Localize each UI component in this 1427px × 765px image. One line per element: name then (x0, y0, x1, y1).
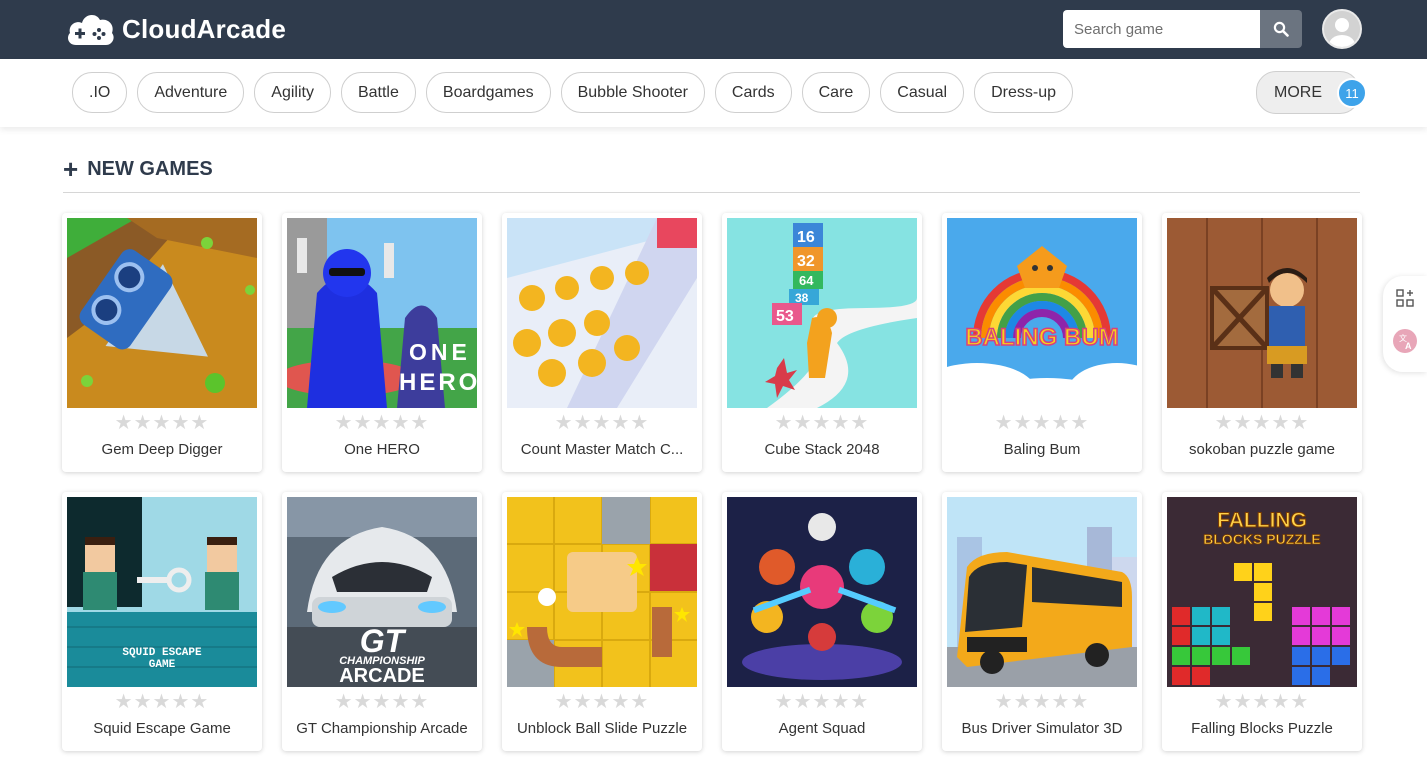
game-title: One HERO (344, 441, 420, 458)
game-thumbnail: BALING BUM (947, 218, 1137, 408)
rating-stars: ★★★★★ (114, 412, 210, 434)
game-card[interactable]: ★★★★★ Count Master Match C... (502, 213, 702, 472)
game-thumbnail (727, 497, 917, 687)
game-title: Gem Deep Digger (101, 441, 223, 458)
translate-button[interactable]: 文 A (1393, 329, 1417, 353)
svg-text:38: 38 (795, 291, 809, 305)
plus-icon: + (63, 153, 79, 184)
search-button[interactable] (1260, 10, 1302, 48)
svg-text:FALLING: FALLING (1217, 509, 1307, 532)
game-title: Squid Escape Game (93, 720, 231, 737)
category-boardgames[interactable]: Boardgames (425, 72, 551, 113)
rating-stars: ★★★★★ (334, 691, 430, 713)
game-thumbnail: FALLING BLOCKS PUZZLE (1167, 497, 1357, 687)
rating-stars: ★★★★★ (114, 691, 210, 713)
game-thumbnail: SQUID ESCAPE GAME (67, 497, 257, 687)
category-dress-up[interactable]: Dress-up (974, 72, 1074, 113)
translate-icon: 文 A (1393, 329, 1417, 353)
game-title: Count Master Match C... (520, 441, 684, 458)
site-logo[interactable]: CloudArcade (66, 9, 286, 49)
game-thumbnail (507, 218, 697, 408)
user-icon (1324, 11, 1360, 47)
rating-stars: ★★★★★ (1214, 412, 1310, 434)
game-thumbnail: GT CHAMPIONSHIP ARCADE (287, 497, 477, 687)
search-bar (1063, 10, 1302, 48)
game-card[interactable]: ★★★★★ Gem Deep Digger (62, 213, 262, 472)
brand-name: CloudArcade (122, 13, 287, 44)
category-io[interactable]: .IO (72, 72, 128, 113)
svg-text:64: 64 (799, 273, 814, 288)
game-thumbnail: 16 32 64 38 53 (727, 218, 917, 408)
game-title: Bus Driver Simulator 3D (961, 720, 1123, 737)
game-thumbnail (947, 497, 1137, 687)
svg-text:GAME: GAME (149, 659, 176, 671)
top-header: CloudArcade (0, 0, 1427, 59)
category-casual[interactable]: Casual (880, 72, 965, 113)
game-thumbnail: ONE HERO (287, 218, 477, 408)
rating-stars: ★★★★★ (994, 412, 1090, 434)
apps-grid-button[interactable] (1393, 286, 1417, 310)
more-count-badge: 11 (1337, 78, 1367, 108)
svg-text:HERO: HERO (399, 369, 477, 396)
category-bar: .IO Adventure Agility Battle Boardgames … (0, 59, 1427, 127)
apps-grid-icon (1396, 289, 1414, 307)
search-icon (1273, 21, 1289, 37)
svg-text:BALING BUM: BALING BUM (965, 324, 1118, 351)
rating-stars: ★★★★★ (334, 412, 430, 434)
cloud-gamepad-icon (66, 11, 116, 47)
category-battle[interactable]: Battle (340, 72, 416, 113)
game-card[interactable]: ★★★★★ Bus Driver Simulator 3D (942, 492, 1142, 751)
svg-text:A: A (1405, 341, 1412, 351)
category-care[interactable]: Care (801, 72, 871, 113)
svg-text:32: 32 (797, 253, 815, 270)
svg-text:GT: GT (360, 623, 407, 659)
game-thumbnail (67, 218, 257, 408)
user-avatar[interactable] (1322, 9, 1362, 49)
game-card[interactable]: GT CHAMPIONSHIP ARCADE ★★★★★ GT Champion… (282, 492, 482, 751)
section-title: NEW GAMES (87, 157, 213, 180)
floating-side-toolbar: 文 A (1383, 276, 1427, 372)
game-grid: ★★★★★ Gem Deep Digger ONE HERO ★★★★★ One… (62, 213, 1362, 751)
game-title: sokoban puzzle game (1189, 441, 1335, 458)
game-card[interactable]: ONE HERO ★★★★★ One HERO (282, 213, 482, 472)
game-card[interactable]: BALING BUM ★★★★★ Baling Bum (942, 213, 1142, 472)
section-header: + NEW GAMES (63, 153, 1360, 193)
game-title: Falling Blocks Puzzle (1191, 720, 1333, 737)
more-label: MORE (1274, 83, 1322, 101)
category-cards[interactable]: Cards (714, 72, 792, 113)
game-card[interactable]: ★★★★★ sokoban puzzle game (1162, 213, 1362, 472)
category-bubble-shooter[interactable]: Bubble Shooter (560, 72, 705, 113)
svg-text:16: 16 (797, 229, 815, 246)
game-title: Unblock Ball Slide Puzzle (516, 720, 688, 737)
svg-text:BLOCKS PUZZLE: BLOCKS PUZZLE (1203, 531, 1320, 547)
rating-stars: ★★★★★ (774, 412, 870, 434)
game-thumbnail (1167, 218, 1357, 408)
svg-text:ONE: ONE (409, 339, 471, 365)
svg-text:SQUID ESCAPE: SQUID ESCAPE (122, 647, 202, 659)
svg-text:53: 53 (776, 308, 794, 325)
category-list: .IO Adventure Agility Battle Boardgames … (72, 72, 1074, 113)
category-agility[interactable]: Agility (254, 72, 331, 113)
rating-stars: ★★★★★ (1214, 691, 1310, 713)
game-card[interactable]: ★★★★★ Agent Squad (722, 492, 922, 751)
game-title: Cube Stack 2048 (764, 441, 880, 458)
svg-text:ARCADE: ARCADE (339, 665, 425, 687)
game-title: Agent Squad (778, 720, 866, 737)
game-thumbnail (507, 497, 697, 687)
category-adventure[interactable]: Adventure (137, 72, 245, 113)
game-card[interactable]: ★★★★★ Unblock Ball Slide Puzzle (502, 492, 702, 751)
rating-stars: ★★★★★ (554, 412, 650, 434)
game-title: GT Championship Arcade (296, 720, 468, 737)
rating-stars: ★★★★★ (994, 691, 1090, 713)
rating-stars: ★★★★★ (554, 691, 650, 713)
game-card[interactable]: SQUID ESCAPE GAME ★★★★★ Squid Escape Gam… (62, 492, 262, 751)
rating-stars: ★★★★★ (774, 691, 870, 713)
game-title: Baling Bum (1003, 441, 1081, 458)
search-input[interactable] (1063, 10, 1260, 48)
game-card[interactable]: FALLING BLOCKS PUZZLE ★★★★★ Falling Bloc… (1162, 492, 1362, 751)
game-card[interactable]: 16 32 64 38 53 ★★★★★ Cube Stack 2048 (722, 213, 922, 472)
